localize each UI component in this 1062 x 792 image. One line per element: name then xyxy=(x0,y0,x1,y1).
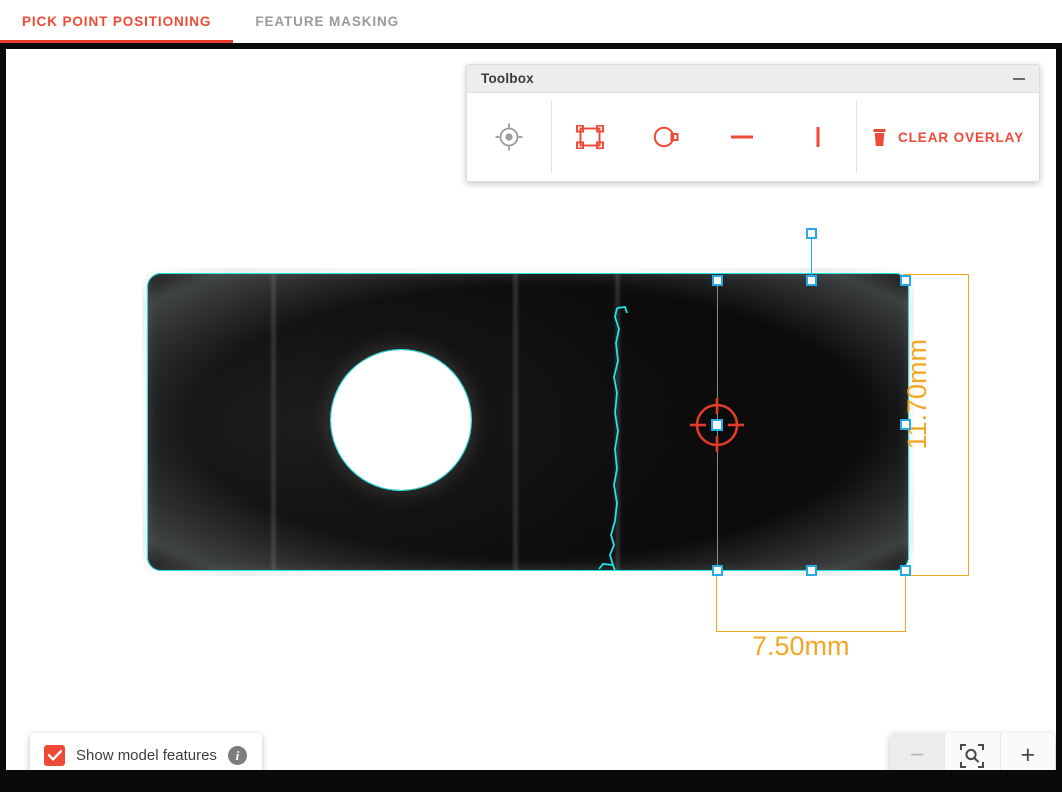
part-seam xyxy=(269,273,278,571)
resize-handle-top-right[interactable] xyxy=(900,275,911,286)
zoom-out-label: − xyxy=(910,743,925,768)
zoom-in-button[interactable]: + xyxy=(1001,733,1055,770)
info-icon[interactable]: i xyxy=(228,746,247,765)
clear-overlay-label: CLEAR OVERLAY xyxy=(898,130,1024,145)
zoom-controls[interactable]: − + xyxy=(890,733,1055,770)
height-dimension-label: 11.70mm xyxy=(902,339,933,450)
rectangle-tool[interactable] xyxy=(552,93,628,181)
check-icon xyxy=(48,750,62,761)
toolbox-title: Toolbox xyxy=(481,71,534,86)
show-model-features-checkbox[interactable] xyxy=(44,745,65,766)
clear-overlay-button[interactable]: CLEAR OVERLAY xyxy=(857,93,1039,181)
selection-region[interactable] xyxy=(717,280,904,570)
show-model-features-label: Show model features xyxy=(76,747,217,764)
resize-handle-top-center[interactable] xyxy=(806,275,817,286)
pick-point-tool[interactable] xyxy=(467,93,551,181)
part-seam xyxy=(613,273,622,571)
rectangle-handles-icon xyxy=(576,125,604,149)
resize-handle-top-left[interactable] xyxy=(712,275,723,286)
zoom-fit-icon xyxy=(960,744,984,768)
resize-handle-bottom-right[interactable] xyxy=(900,565,911,576)
vertical-line-tool[interactable] xyxy=(780,93,856,181)
show-model-features-card[interactable]: Show model features i xyxy=(30,733,262,770)
width-dimension-label: 7.50mm xyxy=(752,631,850,662)
image-canvas[interactable]: 11.70mm 7.50mm xyxy=(6,49,1056,770)
collapse-toolbox-button[interactable] xyxy=(1010,70,1028,88)
pick-point-crosshair[interactable] xyxy=(690,398,744,452)
toolbox-header: Toolbox xyxy=(467,65,1039,93)
tab-label: FEATURE MASKING xyxy=(255,14,399,29)
toolbox-body: CLEAR OVERLAY xyxy=(467,93,1039,181)
resize-handle-middle-right[interactable] xyxy=(900,419,911,430)
resize-handle-bottom-left[interactable] xyxy=(712,565,723,576)
width-dimension-bracket xyxy=(716,570,906,632)
vertical-line-icon xyxy=(804,125,832,149)
tab-label: PICK POINT POSITIONING xyxy=(22,14,211,29)
toolbox-panel[interactable]: Toolbox xyxy=(466,64,1040,182)
crosshair-target-icon xyxy=(495,123,523,151)
minus-icon xyxy=(1013,78,1025,80)
horizontal-line-tool[interactable] xyxy=(704,93,780,181)
image-viewport[interactable]: 11.70mm 7.50mm xyxy=(0,43,1062,792)
circle-tool[interactable] xyxy=(628,93,704,181)
circle-handle-icon xyxy=(652,125,680,149)
zoom-out-button[interactable]: − xyxy=(890,733,945,770)
tab-feature-masking[interactable]: FEATURE MASKING xyxy=(233,0,421,43)
pick-point-center-handle[interactable] xyxy=(711,419,723,431)
tab-pick-point-positioning[interactable]: PICK POINT POSITIONING xyxy=(0,0,233,43)
model-feature-hole-outline xyxy=(330,349,472,491)
part-seam xyxy=(511,273,520,571)
trash-icon xyxy=(872,128,887,147)
zoom-in-label: + xyxy=(1021,743,1036,768)
horizontal-line-icon xyxy=(728,125,756,149)
resize-handle-bottom-center[interactable] xyxy=(806,565,817,576)
zoom-fit-button[interactable] xyxy=(945,733,1000,770)
pick-point-positioning-app: PICK POINT POSITIONING FEATURE MASKING xyxy=(0,0,1062,792)
rotation-handle-stem xyxy=(811,234,813,280)
tab-bar: PICK POINT POSITIONING FEATURE MASKING xyxy=(0,0,1062,43)
rotation-handle[interactable] xyxy=(806,228,817,239)
